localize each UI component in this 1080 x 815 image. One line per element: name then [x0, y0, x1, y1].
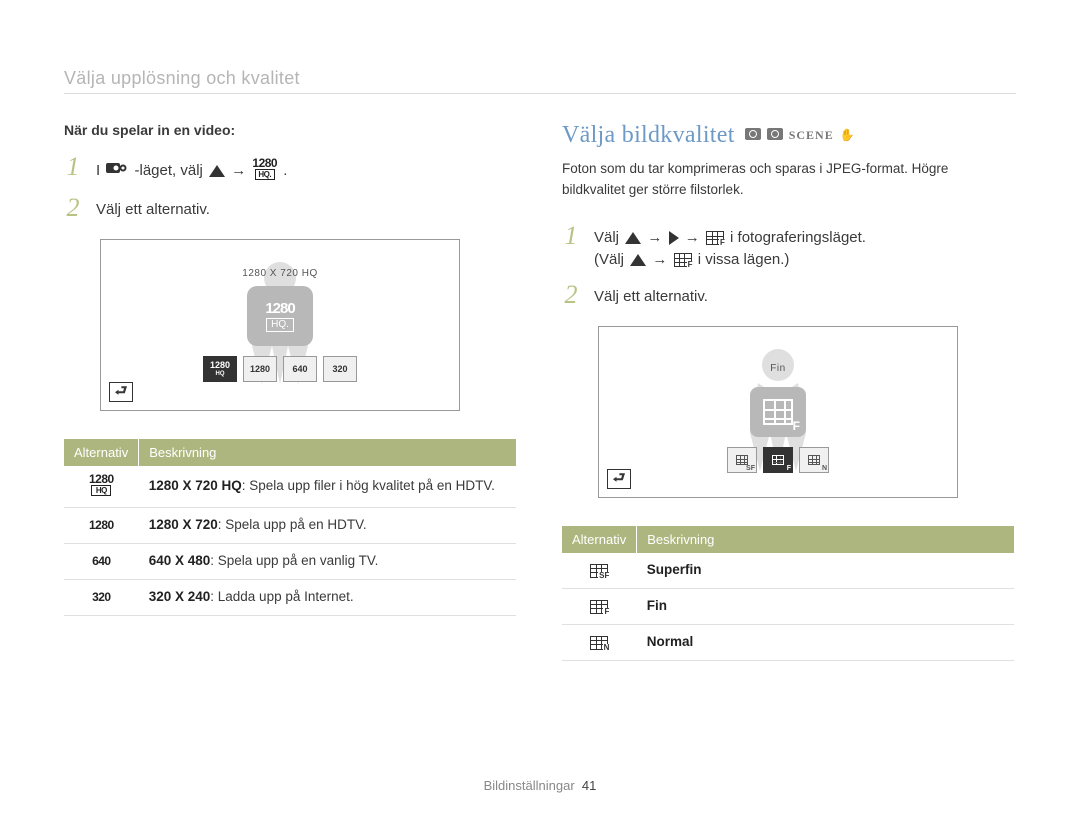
back-button[interactable]: ⮐	[607, 469, 631, 489]
resolution-option-640[interactable]: 640	[283, 356, 317, 382]
quality-option-f[interactable]: F	[763, 447, 793, 473]
step-1-text: Välj → → F i fotograferingsläget. (Välj …	[594, 223, 866, 272]
camera-icon	[767, 128, 783, 140]
camera-icon	[745, 128, 761, 140]
resolution-option-1280[interactable]: 1280	[243, 356, 277, 382]
step-number-2: 2	[64, 195, 82, 221]
f-icon: F	[590, 600, 608, 614]
table-row: SF Superfin	[562, 553, 1014, 588]
res-icon-640: 640	[92, 556, 111, 566]
arrow-icon: →	[652, 251, 671, 268]
table-row: N Normal	[562, 625, 1014, 661]
table-row: 1280 1280 X 720: Spela upp på en HDTV.	[64, 507, 516, 543]
video-mode-icon	[106, 160, 128, 183]
table-row: 1280HQ 1280 X 720 HQ: Spela upp filer i …	[64, 466, 516, 507]
page-footer: Bildinställningar 41	[0, 778, 1080, 793]
section-description: Foton som du tar komprimeras och sparas …	[562, 159, 1014, 201]
step-1-text: I -läget, välj → 1280HQ. .	[96, 154, 287, 185]
quality-preview: Fin F SF F N ⮐	[598, 326, 958, 498]
res-icon-1280: 1280	[89, 520, 114, 530]
current-resolution-badge: 1280 HQ.	[247, 286, 313, 346]
resolution-option-320[interactable]: 320	[323, 356, 357, 382]
section-title: Välja bildkvalitet	[562, 122, 735, 149]
table-header-desc: Beskrivning	[637, 526, 1014, 553]
table-row: F Fin	[562, 589, 1014, 625]
video-res-preview: 1280 X 720 HQ 1280 HQ. 1280HQ 1280 640 3…	[100, 239, 460, 411]
table-header-option: Alternativ	[64, 439, 139, 466]
preview-caption: 1280 X 720 HQ	[242, 268, 317, 279]
quality-option-n[interactable]: N	[799, 447, 829, 473]
scene-icon: SCENE	[789, 128, 834, 143]
arrow-icon: →	[231, 162, 250, 179]
step-2-text: Välj ett alternativ.	[594, 282, 708, 309]
step-2-text: Välj ett alternativ.	[96, 195, 210, 222]
quality-grid-icon: F	[674, 253, 692, 267]
chevron-right-icon	[669, 231, 679, 245]
table-header-option: Alternativ	[562, 526, 637, 553]
res-icon-320: 320	[92, 592, 111, 602]
quality-options-row: SF F N	[727, 447, 829, 473]
quality-grid-icon: F	[706, 231, 724, 245]
menu-triangle-icon	[209, 165, 225, 177]
quality-option-sf[interactable]: SF	[727, 447, 757, 473]
table-row: 320 320 X 240: Ladda upp på Internet.	[64, 579, 516, 615]
step-number-1: 1	[562, 223, 580, 249]
current-quality-badge: F	[750, 387, 806, 437]
table-row: 640 640 X 480: Spela upp på en vanlig TV…	[64, 543, 516, 579]
section-title-row: Välja bildkvalitet SCENE	[562, 122, 1014, 149]
mode-icons: SCENE	[745, 128, 855, 143]
right-column: Välja bildkvalitet SCENE Foton som du ta…	[562, 122, 1014, 661]
sf-icon: SF	[590, 564, 608, 578]
divider	[64, 93, 1016, 94]
resolution-option-1280hq[interactable]: 1280HQ	[203, 356, 237, 382]
when-heading: När du spelar in en video:	[64, 122, 516, 138]
n-icon: N	[590, 636, 608, 650]
table-header-desc: Beskrivning	[139, 439, 516, 466]
resolution-options-row: 1280HQ 1280 640 320	[203, 356, 357, 382]
arrow-icon: →	[685, 229, 704, 246]
page-subtitle: Välja upplösning och kvalitet	[64, 68, 1016, 89]
quality-options-table: Alternativ Beskrivning SF Superfin F Fin…	[562, 526, 1014, 661]
back-button[interactable]: ⮐	[109, 382, 133, 402]
hand-icon	[840, 128, 855, 143]
res-icon-1280hq: 1280HQ	[89, 474, 114, 496]
menu-triangle-icon	[625, 232, 641, 244]
video-options-table: Alternativ Beskrivning 1280HQ 1280 X 720…	[64, 439, 516, 616]
menu-triangle-icon	[630, 254, 646, 266]
1280hq-icon: 1280HQ.	[252, 158, 277, 185]
preview-caption: Fin	[770, 363, 785, 374]
step-number-2: 2	[562, 282, 580, 308]
step-number-1: 1	[64, 154, 82, 180]
left-column: När du spelar in en video: 1 I -läget, v…	[64, 122, 516, 661]
arrow-icon: →	[647, 229, 666, 246]
